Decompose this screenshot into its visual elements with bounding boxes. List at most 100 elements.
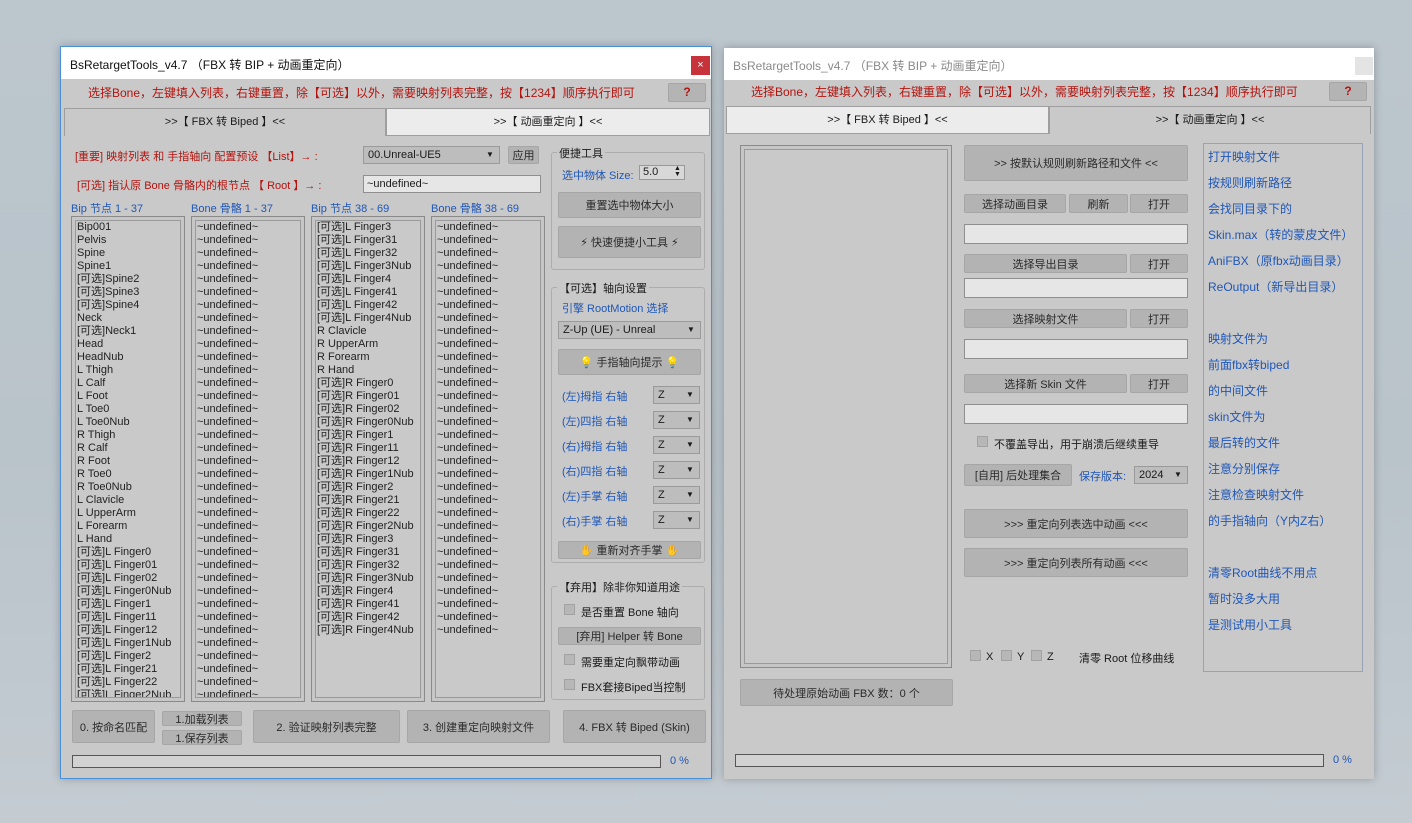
help-note-link[interactable]: 清零Root曲线不用点 bbox=[1208, 564, 1317, 581]
bone-item[interactable]: ~undefined~ bbox=[436, 611, 540, 624]
pending-count-button[interactable]: 待处理原始动画 FBX 数：0 个 bbox=[740, 679, 953, 706]
bip-node-item[interactable]: [可选]L Finger4Nub bbox=[316, 312, 420, 325]
self-use-post-button[interactable]: [自用] 后处理集合 bbox=[964, 464, 1072, 486]
bone-item[interactable]: ~undefined~ bbox=[436, 572, 540, 585]
refresh-default-button[interactable]: >> 按默认规则刷新路径和文件 << bbox=[964, 145, 1188, 181]
bip-node-item[interactable]: [可选]L Finger02 bbox=[76, 572, 180, 585]
bip-node-item[interactable]: Neck bbox=[76, 312, 180, 325]
axis-row-dropdown[interactable]: Z ▼ bbox=[653, 511, 700, 529]
bip-node-item[interactable]: L UpperArm bbox=[76, 507, 180, 520]
bone-item[interactable]: ~undefined~ bbox=[196, 260, 300, 273]
reset-size-button[interactable]: 重置选中物体大小 bbox=[558, 192, 701, 218]
bip-node-item[interactable]: [可选]L Finger4 bbox=[316, 273, 420, 286]
bone-item[interactable]: ~undefined~ bbox=[436, 559, 540, 572]
bone-item[interactable]: ~undefined~ bbox=[436, 520, 540, 533]
bone-item[interactable]: ~undefined~ bbox=[196, 585, 300, 598]
bip-node-item[interactable]: Head bbox=[76, 338, 180, 351]
bone-item[interactable]: ~undefined~ bbox=[196, 520, 300, 533]
bip-node-item[interactable]: R Foot bbox=[76, 455, 180, 468]
bip-node-item[interactable]: R UpperArm bbox=[316, 338, 420, 351]
bip-node-item[interactable]: L Hand bbox=[76, 533, 180, 546]
bone-item[interactable]: ~undefined~ bbox=[436, 390, 540, 403]
bone-item[interactable]: ~undefined~ bbox=[196, 390, 300, 403]
bip-node-item[interactable]: [可选]R Finger02 bbox=[316, 403, 420, 416]
select-map-file-button[interactable]: 选择映射文件 bbox=[964, 309, 1127, 328]
help-note-link[interactable]: ReOutput（新导出目录） bbox=[1208, 278, 1343, 295]
bone-item[interactable]: ~undefined~ bbox=[196, 364, 300, 377]
bone-item[interactable]: ~undefined~ bbox=[436, 624, 540, 637]
bip-node-item[interactable]: R Calf bbox=[76, 442, 180, 455]
bip-node-item[interactable]: [可选]L Finger22 bbox=[76, 676, 180, 689]
bone-item[interactable]: ~undefined~ bbox=[436, 234, 540, 247]
bip-node-item[interactable]: [可选]R Finger2Nub bbox=[316, 520, 420, 533]
bone-item[interactable]: ~undefined~ bbox=[436, 247, 540, 260]
step4-fbx-to-biped-button[interactable]: 4. FBX 转 Biped (Skin) bbox=[563, 710, 706, 743]
help-note-link[interactable]: 是测试用小工具 bbox=[1208, 616, 1292, 633]
bip-node-item[interactable]: [可选]L Finger01 bbox=[76, 559, 180, 572]
bip-node-item[interactable]: [可选]Spine3 bbox=[76, 286, 180, 299]
bip-node-item[interactable]: [可选]R Finger42 bbox=[316, 611, 420, 624]
bip-node-item[interactable]: [可选]L Finger11 bbox=[76, 611, 180, 624]
retarget-all-button[interactable]: >>> 重定向列表所有动画 <<< bbox=[964, 548, 1188, 577]
bip-node-item[interactable]: [可选]L Finger32 bbox=[316, 247, 420, 260]
bip-node-item[interactable]: [可选]R Finger1Nub bbox=[316, 468, 420, 481]
select-export-dir-button[interactable]: 选择导出目录 bbox=[964, 254, 1127, 273]
bip-node-item[interactable]: R Toe0 bbox=[76, 468, 180, 481]
bip-node-item[interactable]: [可选]R Finger41 bbox=[316, 598, 420, 611]
left-tab-retarget[interactable]: >>【 动画重定向 】<< bbox=[386, 108, 710, 136]
help-note-link[interactable]: 会找同目录下的 bbox=[1208, 200, 1292, 217]
bip-node-item[interactable]: HeadNub bbox=[76, 351, 180, 364]
save-version-dropdown[interactable]: 2024 ▼ bbox=[1134, 466, 1188, 484]
realign-palm-button[interactable]: ✋ 重新对齐手掌 ✋ bbox=[558, 541, 701, 559]
bip-node-item[interactable]: [可选]R Finger12 bbox=[316, 455, 420, 468]
refresh-button[interactable]: 刷新 bbox=[1069, 194, 1128, 213]
axis-row-dropdown[interactable]: Z ▼ bbox=[653, 461, 700, 479]
bone-item[interactable]: ~undefined~ bbox=[436, 585, 540, 598]
bone-item[interactable]: ~undefined~ bbox=[436, 260, 540, 273]
bip-node-item[interactable]: [可选]R Finger01 bbox=[316, 390, 420, 403]
bone-item[interactable]: ~undefined~ bbox=[436, 455, 540, 468]
select-anim-dir-button[interactable]: 选择动画目录 bbox=[964, 194, 1066, 213]
help-note-link[interactable]: 注意分别保存 bbox=[1208, 460, 1280, 477]
bone-item[interactable]: ~undefined~ bbox=[436, 299, 540, 312]
help-note-link[interactable]: AniFBX（原fbx动画目录） bbox=[1208, 252, 1349, 269]
bone-item[interactable]: ~undefined~ bbox=[436, 416, 540, 429]
bip-node-item[interactable]: [可选]R Finger3 bbox=[316, 533, 420, 546]
bone-item[interactable]: ~undefined~ bbox=[436, 403, 540, 416]
bip-node-item[interactable]: [可选]R Finger1 bbox=[316, 429, 420, 442]
bone-item[interactable]: ~undefined~ bbox=[196, 403, 300, 416]
bip-node-item[interactable]: [可选]L Finger2 bbox=[76, 650, 180, 663]
save-list-button[interactable]: 1.保存列表 bbox=[162, 730, 242, 745]
bone-item[interactable]: ~undefined~ bbox=[196, 624, 300, 637]
right-close-button[interactable] bbox=[1355, 57, 1373, 75]
bone-item[interactable]: ~undefined~ bbox=[196, 676, 300, 689]
bip-node-item[interactable]: R Hand bbox=[316, 364, 420, 377]
bone-item[interactable]: ~undefined~ bbox=[436, 312, 540, 325]
bip-node-item[interactable]: R Thigh bbox=[76, 429, 180, 442]
help-note-link[interactable]: 的手指轴向（Y内Z右） bbox=[1208, 512, 1331, 529]
root-field[interactable]: ~undefined~ bbox=[363, 175, 541, 193]
step0-name-match-button[interactable]: 0. 按命名匹配 bbox=[72, 710, 155, 743]
bip-node-item[interactable]: R Forearm bbox=[316, 351, 420, 364]
retarget-ribbon-checkbox[interactable] bbox=[564, 654, 575, 665]
bone-item[interactable]: ~undefined~ bbox=[436, 325, 540, 338]
bone-item[interactable]: ~undefined~ bbox=[196, 533, 300, 546]
bone-item[interactable]: ~undefined~ bbox=[196, 299, 300, 312]
help-note-link[interactable]: 按规则刷新路径 bbox=[1208, 174, 1292, 191]
select-skin-file-button[interactable]: 选择新 Skin 文件 bbox=[964, 374, 1127, 393]
help-note-link[interactable]: 注意检查映射文件 bbox=[1208, 486, 1304, 503]
bip-node-item[interactable]: [可选]L Finger31 bbox=[316, 234, 420, 247]
quick-tools-button[interactable]: ⚡ 快速便捷小工具 ⚡ bbox=[558, 226, 701, 258]
export-dir-field[interactable] bbox=[964, 278, 1188, 298]
bone-item[interactable]: ~undefined~ bbox=[196, 572, 300, 585]
bip-node-item[interactable]: [可选]R Finger4 bbox=[316, 585, 420, 598]
bip-node-item[interactable]: R Clavicle bbox=[316, 325, 420, 338]
bip-node-item[interactable]: R Toe0Nub bbox=[76, 481, 180, 494]
bip-node-item[interactable]: [可选]L Finger0Nub bbox=[76, 585, 180, 598]
skin-file-field[interactable] bbox=[964, 404, 1188, 424]
bip-list-2[interactable]: [可选]L Finger3 [可选]L Finger31 [可选]L Finger3… bbox=[311, 216, 425, 702]
right-tab-retarget[interactable]: >>【 动画重定向 】<< bbox=[1049, 106, 1371, 134]
bone-item[interactable]: ~undefined~ bbox=[196, 611, 300, 624]
bone-item[interactable]: ~undefined~ bbox=[196, 650, 300, 663]
bip-node-item[interactable]: [可选]Neck1 bbox=[76, 325, 180, 338]
